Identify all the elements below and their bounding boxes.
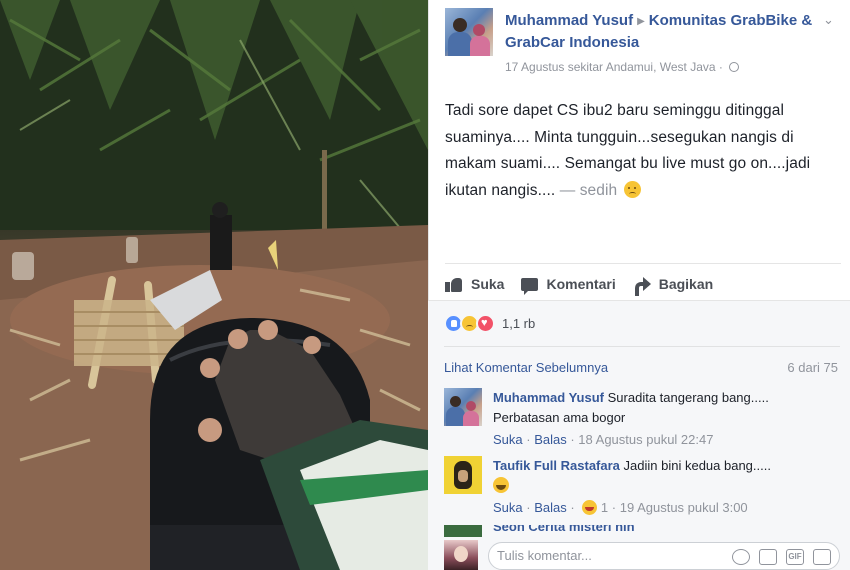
comment-item-partial: Seon Cerita misteri nih [444,525,840,537]
comment-reaction-count[interactable]: 1 [601,500,608,515]
comment-like-link[interactable]: Suka [493,432,523,447]
comment-page-count: 6 dari 75 [787,360,838,375]
composer-icons: GIF [732,549,831,565]
comment-like-link[interactable]: Suka [493,500,523,515]
comment-footer: Suka · Balas · 18 Agustus pukul 22:47 [493,432,714,447]
comment-reply-link[interactable]: Balas [534,500,567,515]
gif-icon[interactable]: GIF [786,549,804,565]
post-photo[interactable] [0,0,428,570]
comment-time[interactable]: 19 Agustus pukul 3:00 [620,500,748,515]
divider [444,346,840,347]
commenter-name[interactable]: Muhammad Yusuf [493,390,604,405]
reaction-count: 1,1 rb [502,315,536,331]
my-avatar [444,540,478,570]
reactions-summary[interactable]: 1,1 rb [444,312,535,334]
comment-reply-link[interactable]: Balas [534,432,567,447]
commenter-avatar[interactable] [444,525,482,537]
laughing-emoji-icon [493,477,509,493]
commenter-avatar[interactable] [444,456,482,494]
comment-body: Muhammad Yusuf Suradita tangerang bang..… [493,388,833,450]
comment-text: Jadiin bini kedua bang..... [623,458,771,473]
love-reaction-icon [476,313,495,333]
commenter-name[interactable]: Taufik Full Rastafara [493,458,620,473]
comment-time[interactable]: 18 Agustus pukul 22:47 [578,432,713,447]
commenter-avatar[interactable] [444,388,482,426]
sticker-icon[interactable] [813,549,831,565]
comments-layer: 1,1 rb Lihat Komentar Sebelumnya 6 dari … [428,0,850,570]
camera-icon[interactable] [759,549,777,565]
comment-footer: Suka · Balas · 1 · 19 Agustus pukul 3:00 [493,500,748,515]
comment-body: Taufik Full Rastafara Jadiin bini kedua … [493,456,833,518]
photo-scene [0,0,428,570]
comment-composer: Tulis komentar... GIF [444,540,840,570]
haha-reaction-icon [582,500,598,515]
comment-placeholder: Tulis komentar... [497,548,592,563]
view-previous-comments-link[interactable]: Lihat Komentar Sebelumnya [444,360,608,375]
comment-input[interactable]: Tulis komentar... GIF [488,542,840,570]
emoji-icon[interactable] [732,549,750,565]
commenter-name[interactable]: Seon Cerita misteri nih [493,525,635,534]
